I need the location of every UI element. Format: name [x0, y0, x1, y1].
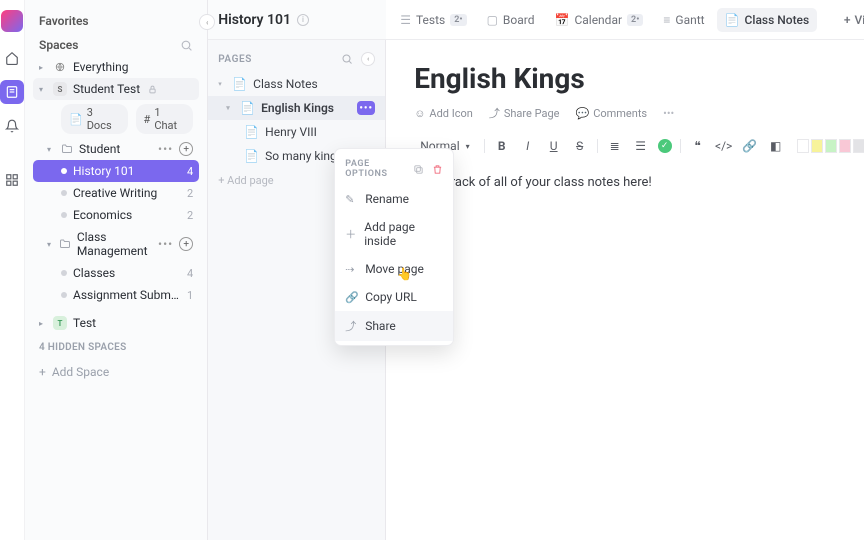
page-title: History 101	[218, 12, 291, 28]
plus-icon: +	[39, 365, 46, 379]
spaces-header: Spaces	[39, 38, 78, 52]
cursor-icon: 👆	[397, 267, 412, 281]
add-icon[interactable]: +	[179, 237, 193, 251]
swatch[interactable]	[853, 139, 864, 153]
color-swatches	[797, 139, 864, 153]
info-icon[interactable]: i	[297, 14, 309, 26]
sidebar: ‹ Favorites Spaces ▸ Everything ▾ S Stud…	[25, 0, 208, 540]
menu-share[interactable]: ⤴Share	[335, 311, 453, 341]
strike-button[interactable]: S	[571, 139, 589, 153]
view-tabs: ☰Tests2• ▢Board 📅Calendar2• ≡Gantt 📄Clas…	[386, 0, 864, 40]
page-options-button[interactable]: •••	[357, 101, 375, 115]
search-icon[interactable]	[180, 39, 193, 52]
swatch[interactable]	[797, 139, 809, 153]
favorites-header[interactable]: Favorites	[33, 10, 199, 32]
more-icon[interactable]: •••	[158, 142, 173, 156]
home-icon[interactable]	[0, 46, 24, 70]
underline-button[interactable]: U	[545, 139, 563, 153]
sidebar-item-creative-writing[interactable]: Creative Writing 2	[33, 182, 199, 204]
duplicate-icon[interactable]	[413, 164, 424, 175]
sidebar-item-label: Everything	[73, 60, 128, 74]
sidebar-item-class-management[interactable]: ▾ Class Management •••+	[33, 226, 199, 262]
highlight-button[interactable]: ◧	[767, 139, 785, 153]
share-page-button[interactable]: ⤴Share Page	[489, 105, 560, 121]
add-icon[interactable]: +	[179, 142, 193, 156]
docs-icon[interactable]	[0, 80, 24, 104]
pages-panel: PAGES ‹ ▾📄Class Notes ▾📄English Kings ••…	[208, 40, 386, 540]
hidden-spaces-label[interactable]: 4 HIDDEN SPACES	[33, 334, 199, 361]
docs-pill[interactable]: 📄3 Docs	[61, 104, 128, 134]
link-button[interactable]: 🔗	[741, 139, 759, 153]
swatch[interactable]	[811, 139, 823, 153]
italic-button[interactable]: I	[519, 139, 537, 153]
tab-class-notes[interactable]: 📄Class Notes	[717, 8, 818, 32]
tab-tests[interactable]: ☰Tests2•	[392, 8, 474, 32]
sidebar-item-test[interactable]: ▸ T Test	[33, 312, 199, 334]
sidebar-item-label: Creative Writing	[73, 186, 157, 200]
document-body[interactable]: Keep track of all of your class notes he…	[386, 175, 864, 190]
add-icon-button[interactable]: ☺Add Icon	[414, 107, 473, 120]
swatch[interactable]	[825, 139, 837, 153]
tab-board[interactable]: ▢Board	[479, 8, 543, 32]
sidebar-item-label: History 101	[73, 164, 134, 178]
editor-toolbar: Normal▾ B I U S ≣ ☰ ✓ ❝ </> 🔗	[414, 133, 864, 165]
add-view-button[interactable]: +View	[838, 9, 864, 31]
swatch[interactable]	[839, 139, 851, 153]
notifications-icon[interactable]	[0, 114, 24, 138]
folder-icon	[59, 238, 71, 250]
search-icon[interactable]	[341, 53, 353, 65]
sidebar-item-label: Class Management	[77, 230, 152, 258]
bold-button[interactable]: B	[493, 139, 511, 153]
sidebar-item-label: Classes	[73, 266, 115, 280]
page-options-menu: PAGE OPTIONS ✎Rename ＋Add page inside ⇢M…	[334, 148, 454, 346]
checklist-button[interactable]: ✓	[658, 139, 672, 153]
menu-copy-url[interactable]: 🔗Copy URL	[335, 283, 453, 311]
sidebar-item-label: Assignment Submissio...	[73, 288, 181, 302]
code-button[interactable]: </>	[715, 139, 733, 153]
sidebar-item-label: Economics	[73, 208, 132, 222]
document-panel: English Kings ☺Add Icon ⤴Share Page 💬Com…	[386, 40, 864, 540]
chat-pill[interactable]: #1 Chat	[136, 104, 194, 134]
sidebar-item-student-test[interactable]: ▾ S Student Test	[33, 78, 199, 100]
delete-icon[interactable]	[432, 164, 443, 175]
sidebar-item-history-101[interactable]: History 101 4	[33, 160, 199, 182]
menu-move-page[interactable]: ⇢Move page	[335, 255, 453, 283]
page-item-henry[interactable]: 📄Henry VIII	[208, 120, 385, 144]
menu-rename[interactable]: ✎Rename	[335, 185, 453, 213]
menu-add-page-inside[interactable]: ＋Add page inside	[335, 213, 453, 255]
menu-header: PAGE OPTIONS	[345, 159, 413, 179]
page-item-class-notes[interactable]: ▾📄Class Notes	[208, 72, 385, 96]
nav-rail	[0, 0, 25, 540]
tab-gantt[interactable]: ≡Gantt	[655, 8, 712, 32]
comments-button[interactable]: 💬Comments	[575, 107, 647, 120]
lock-icon	[148, 85, 157, 94]
app-logo-icon	[1, 10, 23, 32]
sidebar-item-assignment-submission[interactable]: Assignment Submissio... 1	[33, 284, 199, 306]
folder-icon	[61, 143, 73, 155]
numbered-list-button[interactable]: ☰	[632, 139, 650, 153]
more-icon[interactable]: •••	[663, 107, 674, 120]
bullet-list-button[interactable]: ≣	[606, 139, 624, 153]
sidebar-item-label: Student Test	[73, 82, 140, 96]
sidebar-item-economics[interactable]: Economics 2	[33, 204, 199, 226]
more-icon[interactable]: •••	[158, 237, 173, 251]
pages-label: PAGES	[218, 54, 252, 65]
quote-button[interactable]: ❝	[689, 139, 707, 153]
sidebar-item-student[interactable]: ▾ Student •••+	[33, 138, 199, 160]
sidebar-item-classes[interactable]: Classes 4	[33, 262, 199, 284]
document-title[interactable]: English Kings	[414, 62, 864, 95]
apps-icon[interactable]	[0, 168, 24, 192]
collapse-pages-button[interactable]: ‹	[361, 52, 375, 66]
sidebar-item-label: Student	[79, 142, 120, 156]
tab-calendar[interactable]: 📅Calendar2•	[546, 8, 651, 32]
space-pills: 📄3 Docs #1 Chat	[33, 100, 199, 138]
sidebar-item-label: Test	[73, 316, 96, 330]
add-space-button[interactable]: + Add Space	[33, 361, 199, 383]
page-item-english-kings[interactable]: ▾📄English Kings •••	[208, 96, 385, 120]
sidebar-item-everything[interactable]: ▸ Everything	[33, 56, 199, 78]
